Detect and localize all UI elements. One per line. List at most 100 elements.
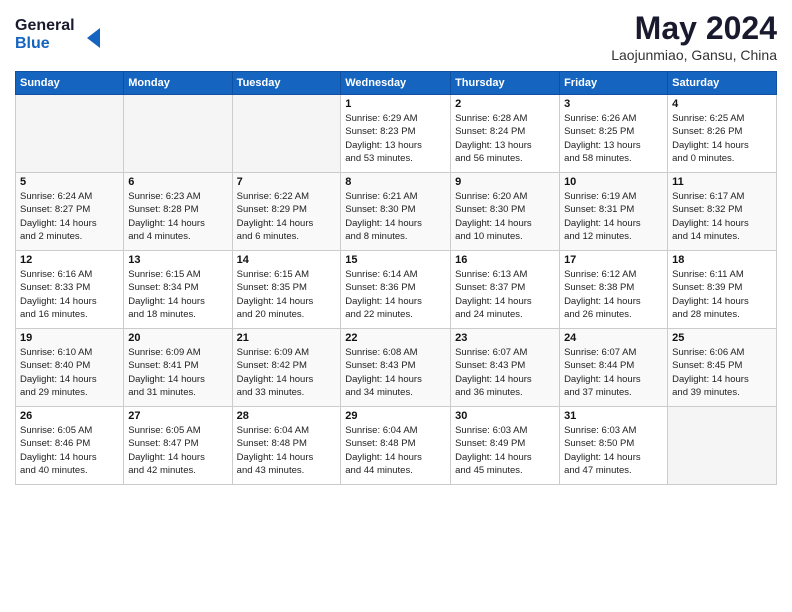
calendar-cell: 26 Sunrise: 6:05 AMSunset: 8:46 PMDayligh… <box>16 407 124 485</box>
day-info: Sunrise: 6:07 AMSunset: 8:44 PMDaylight:… <box>564 346 663 399</box>
calendar-cell <box>232 95 341 173</box>
day-number: 10 <box>564 176 663 188</box>
weekday-header: Thursday <box>451 72 560 95</box>
day-number: 3 <box>564 98 663 110</box>
day-info: Sunrise: 6:16 AMSunset: 8:33 PMDaylight:… <box>20 268 119 321</box>
day-number: 25 <box>672 332 772 344</box>
logo: General Blue <box>15 10 105 54</box>
day-number: 13 <box>128 254 227 266</box>
subtitle: Laojunmiao, Gansu, China <box>611 47 777 63</box>
page: General Blue May 2024 Laojunmiao, Gansu,… <box>0 0 792 612</box>
day-info: Sunrise: 6:04 AMSunset: 8:48 PMDaylight:… <box>345 424 446 477</box>
day-info: Sunrise: 6:03 AMSunset: 8:50 PMDaylight:… <box>564 424 663 477</box>
day-number: 15 <box>345 254 446 266</box>
calendar-cell: 8 Sunrise: 6:21 AMSunset: 8:30 PMDaylight… <box>341 173 451 251</box>
day-info: Sunrise: 6:21 AMSunset: 8:30 PMDaylight:… <box>345 190 446 243</box>
weekday-header: Sunday <box>16 72 124 95</box>
calendar-cell: 19 Sunrise: 6:10 AMSunset: 8:40 PMDayligh… <box>16 329 124 407</box>
day-info: Sunrise: 6:22 AMSunset: 8:29 PMDaylight:… <box>237 190 337 243</box>
day-number: 14 <box>237 254 337 266</box>
day-info: Sunrise: 6:06 AMSunset: 8:45 PMDaylight:… <box>672 346 772 399</box>
weekday-header: Tuesday <box>232 72 341 95</box>
day-info: Sunrise: 6:23 AMSunset: 8:28 PMDaylight:… <box>128 190 227 243</box>
calendar-week-row: 26 Sunrise: 6:05 AMSunset: 8:46 PMDayligh… <box>16 407 777 485</box>
day-info: Sunrise: 6:05 AMSunset: 8:46 PMDaylight:… <box>20 424 119 477</box>
day-number: 24 <box>564 332 663 344</box>
calendar-cell: 3 Sunrise: 6:26 AMSunset: 8:25 PMDaylight… <box>560 95 668 173</box>
day-number: 21 <box>237 332 337 344</box>
calendar-cell: 18 Sunrise: 6:11 AMSunset: 8:39 PMDayligh… <box>668 251 777 329</box>
calendar-week-row: 5Sunrise: 6:24 AMSunset: 8:27 PMDaylight… <box>16 173 777 251</box>
calendar-week-row: 1 Sunrise: 6:29 AMSunset: 8:23 PMDaylight… <box>16 95 777 173</box>
day-info: Sunrise: 6:19 AMSunset: 8:31 PMDaylight:… <box>564 190 663 243</box>
day-number: 8 <box>345 176 446 188</box>
day-info: Sunrise: 6:09 AMSunset: 8:41 PMDaylight:… <box>128 346 227 399</box>
day-number: 6 <box>128 176 227 188</box>
calendar-cell: 27Sunrise: 6:05 AMSunset: 8:47 PMDayligh… <box>124 407 232 485</box>
day-number: 11 <box>672 176 772 188</box>
day-info: Sunrise: 6:26 AMSunset: 8:25 PMDaylight:… <box>564 112 663 165</box>
day-number: 29 <box>345 410 446 422</box>
calendar-cell: 5Sunrise: 6:24 AMSunset: 8:27 PMDaylight… <box>16 173 124 251</box>
day-number: 4 <box>672 98 772 110</box>
day-info: Sunrise: 6:14 AMSunset: 8:36 PMDaylight:… <box>345 268 446 321</box>
calendar-cell: 9 Sunrise: 6:20 AMSunset: 8:30 PMDaylight… <box>451 173 560 251</box>
day-info: Sunrise: 6:15 AMSunset: 8:35 PMDaylight:… <box>237 268 337 321</box>
calendar-cell: 10 Sunrise: 6:19 AMSunset: 8:31 PMDayligh… <box>560 173 668 251</box>
day-number: 20 <box>128 332 227 344</box>
day-info: Sunrise: 6:07 AMSunset: 8:43 PMDaylight:… <box>455 346 555 399</box>
weekday-header: Monday <box>124 72 232 95</box>
day-number: 9 <box>455 176 555 188</box>
calendar-cell: 6 Sunrise: 6:23 AMSunset: 8:28 PMDaylight… <box>124 173 232 251</box>
day-info: Sunrise: 6:28 AMSunset: 8:24 PMDaylight:… <box>455 112 555 165</box>
calendar-cell: 17 Sunrise: 6:12 AMSunset: 8:38 PMDayligh… <box>560 251 668 329</box>
day-number: 26 <box>20 410 119 422</box>
calendar-cell <box>124 95 232 173</box>
day-number: 1 <box>345 98 446 110</box>
calendar-cell: 12 Sunrise: 6:16 AMSunset: 8:33 PMDayligh… <box>16 251 124 329</box>
day-number: 16 <box>455 254 555 266</box>
day-number: 27 <box>128 410 227 422</box>
day-number: 7 <box>237 176 337 188</box>
day-info: Sunrise: 6:12 AMSunset: 8:38 PMDaylight:… <box>564 268 663 321</box>
day-info: Sunrise: 6:15 AMSunset: 8:34 PMDaylight:… <box>128 268 227 321</box>
svg-text:General: General <box>15 17 75 34</box>
calendar-cell: 4 Sunrise: 6:25 AMSunset: 8:26 PMDaylight… <box>668 95 777 173</box>
day-number: 18 <box>672 254 772 266</box>
calendar-cell: 7 Sunrise: 6:22 AMSunset: 8:29 PMDaylight… <box>232 173 341 251</box>
day-info: Sunrise: 6:11 AMSunset: 8:39 PMDaylight:… <box>672 268 772 321</box>
calendar-cell: 30Sunrise: 6:03 AMSunset: 8:49 PMDayligh… <box>451 407 560 485</box>
day-info: Sunrise: 6:17 AMSunset: 8:32 PMDaylight:… <box>672 190 772 243</box>
calendar-cell: 28 Sunrise: 6:04 AMSunset: 8:48 PMDayligh… <box>232 407 341 485</box>
header: General Blue May 2024 Laojunmiao, Gansu,… <box>15 10 777 63</box>
day-info: Sunrise: 6:10 AMSunset: 8:40 PMDaylight:… <box>20 346 119 399</box>
calendar-cell: 15 Sunrise: 6:14 AMSunset: 8:36 PMDayligh… <box>341 251 451 329</box>
day-info: Sunrise: 6:29 AMSunset: 8:23 PMDaylight:… <box>345 112 446 165</box>
weekday-header-row: SundayMondayTuesdayWednesdayThursdayFrid… <box>16 72 777 95</box>
calendar-cell: 24 Sunrise: 6:07 AMSunset: 8:44 PMDayligh… <box>560 329 668 407</box>
weekday-header: Saturday <box>668 72 777 95</box>
day-number: 19 <box>20 332 119 344</box>
calendar-cell: 20 Sunrise: 6:09 AMSunset: 8:41 PMDayligh… <box>124 329 232 407</box>
calendar-week-row: 19 Sunrise: 6:10 AMSunset: 8:40 PMDayligh… <box>16 329 777 407</box>
day-number: 28 <box>237 410 337 422</box>
day-number: 23 <box>455 332 555 344</box>
calendar-table: SundayMondayTuesdayWednesdayThursdayFrid… <box>15 71 777 485</box>
calendar-cell <box>16 95 124 173</box>
day-info: Sunrise: 6:25 AMSunset: 8:26 PMDaylight:… <box>672 112 772 165</box>
calendar-cell: 1 Sunrise: 6:29 AMSunset: 8:23 PMDaylight… <box>341 95 451 173</box>
calendar-cell: 13 Sunrise: 6:15 AMSunset: 8:34 PMDayligh… <box>124 251 232 329</box>
day-number: 12 <box>20 254 119 266</box>
calendar-cell: 23 Sunrise: 6:07 AMSunset: 8:43 PMDayligh… <box>451 329 560 407</box>
title-block: May 2024 Laojunmiao, Gansu, China <box>611 10 777 63</box>
logo-icon: General Blue <box>15 10 105 54</box>
day-info: Sunrise: 6:20 AMSunset: 8:30 PMDaylight:… <box>455 190 555 243</box>
day-number: 22 <box>345 332 446 344</box>
calendar-cell: 21Sunrise: 6:09 AMSunset: 8:42 PMDayligh… <box>232 329 341 407</box>
calendar-cell: 16Sunrise: 6:13 AMSunset: 8:37 PMDayligh… <box>451 251 560 329</box>
calendar-cell: 29 Sunrise: 6:04 AMSunset: 8:48 PMDayligh… <box>341 407 451 485</box>
day-info: Sunrise: 6:24 AMSunset: 8:27 PMDaylight:… <box>20 190 119 243</box>
day-info: Sunrise: 6:04 AMSunset: 8:48 PMDaylight:… <box>237 424 337 477</box>
weekday-header: Wednesday <box>341 72 451 95</box>
day-number: 17 <box>564 254 663 266</box>
